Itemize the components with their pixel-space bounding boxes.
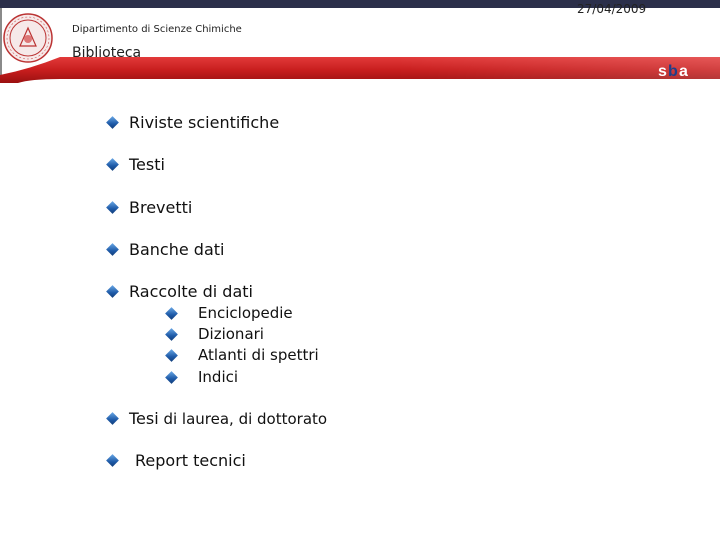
sub-list-item: Dizionari [165,325,264,343]
sub-list-item: Enciclopedie [165,304,293,322]
diamond-bullet-icon [106,116,119,129]
list-item: Report tecnici [106,451,246,470]
list-item-label-bold: Tesi [129,409,159,428]
sub-list-item-label: Atlanti di spettri [198,346,319,364]
list-item-label-rest: di laurea, di dottorato [158,409,328,428]
diamond-bullet-icon [165,327,178,341]
list-item-label: Raccolte di dati [129,282,253,301]
sub-list-item-label: Dizionari [198,325,264,343]
sub-list-item-label: Indici [198,368,239,386]
diamond-bullet-icon [165,348,178,362]
list-item-label: Report tecnici [135,451,246,470]
sub-list-item: Indici [165,368,239,386]
diamond-bullet-icon [106,412,119,425]
diamond-bullet-icon [106,158,119,171]
diamond-bullet-icon [165,370,178,384]
diamond-bullet-icon [165,306,178,320]
diamond-bullet-icon [106,285,119,298]
sub-list-item-label: Enciclopedie [198,304,293,322]
list-item: Raccolte di dati [106,282,253,301]
list-item: Riviste scientifiche [106,113,280,132]
list-item-label: Riviste scientifiche [129,113,280,132]
list-item: Tesi di laurea, di dottorato [106,409,328,428]
diamond-bullet-icon [106,243,119,256]
list-item-label: Brevetti [129,198,193,217]
list-item: Brevetti [106,198,193,217]
list-item: Testi [106,155,165,174]
list-item-label: Testi [129,155,165,174]
diamond-bullet-icon [106,201,119,214]
slide-content: Riviste scientifiche Testi Brevetti Banc… [0,0,720,540]
diamond-bullet-icon [106,454,119,467]
list-item-label: Banche dati [129,240,225,259]
list-item: Banche dati [106,240,225,259]
sub-list-item: Atlanti di spettri [165,346,319,364]
